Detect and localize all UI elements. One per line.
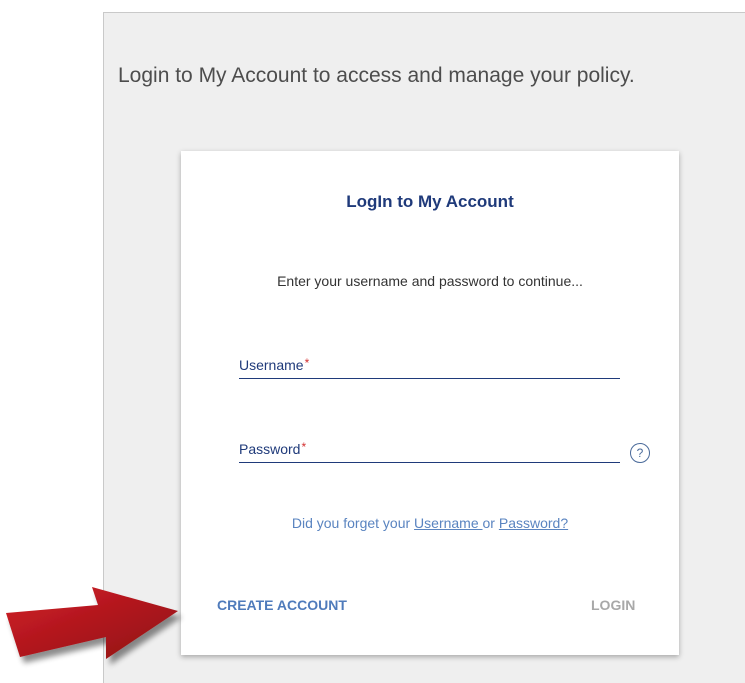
password-label: Password — [239, 441, 301, 457]
intro-text: Login to My Account to access and manage… — [118, 64, 635, 87]
login-button[interactable]: LOGIN — [591, 597, 635, 613]
red-arrow-icon — [6, 587, 178, 659]
create-account-button[interactable]: CREATE ACCOUNT — [217, 597, 347, 613]
forgot-prefix: Did you forget your — [291, 515, 415, 531]
forgot-middle: or — [482, 515, 499, 531]
username-field[interactable]: Username* — [239, 356, 620, 379]
login-card: LogIn to My Account Enter your username … — [181, 151, 679, 655]
password-field[interactable]: Password* — [239, 440, 620, 463]
username-required-mark: * — [304, 356, 310, 370]
forgot-username-link[interactable]: Username — [414, 515, 482, 531]
password-required-mark: * — [301, 440, 307, 454]
username-label: Username — [239, 357, 304, 373]
card-subtitle: Enter your username and password to cont… — [277, 273, 583, 289]
forgot-credentials-text: Did you forget your Username or Password… — [181, 515, 679, 531]
question-circle-icon[interactable]: ? — [630, 443, 650, 463]
card-title: LogIn to My Account — [346, 192, 514, 211]
forgot-password-link[interactable]: Password? — [499, 515, 568, 531]
screenshot-stage: Login to My Account to access and manage… — [0, 0, 745, 683]
